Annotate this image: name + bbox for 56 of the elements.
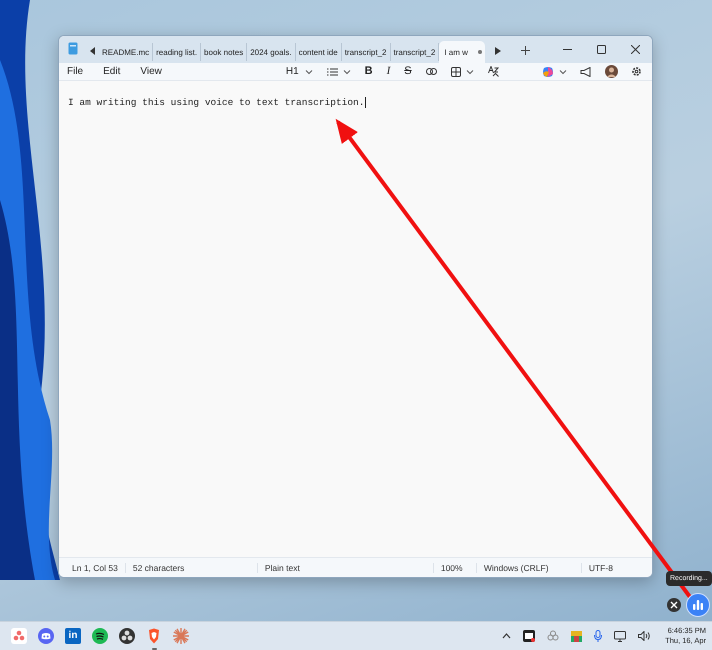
tab[interactable]: README.mc — [99, 43, 154, 61]
tab[interactable]: I am w — [439, 41, 486, 63]
strikethrough-button[interactable]: S — [404, 66, 412, 77]
menu-item[interactable]: File — [67, 66, 84, 77]
scroll-right-icon[interactable] — [495, 47, 502, 55]
italic-button[interactable]: I — [386, 66, 390, 77]
chevron-up-icon[interactable] — [502, 633, 512, 639]
tab[interactable]: content ide — [296, 43, 342, 61]
tab[interactable]: 2024 goals. — [247, 43, 296, 61]
close-icon — [670, 601, 678, 609]
dots-app-icon[interactable] — [11, 628, 27, 644]
menu-item[interactable]: View — [140, 66, 162, 77]
tab[interactable]: book notes — [201, 43, 248, 61]
document-text: I am writing this using voice to text transcription. — [68, 97, 366, 108]
status-item: Windows (CRLF) — [476, 562, 582, 572]
avatar-icon[interactable] — [605, 65, 618, 78]
settings-icon[interactable] — [631, 66, 642, 77]
megaphone-icon[interactable] — [580, 66, 592, 76]
list-icon[interactable] — [326, 68, 338, 76]
notebook-icon — [68, 42, 78, 55]
disc-app-icon[interactable] — [119, 628, 135, 644]
status-item: 52 characters — [126, 562, 258, 572]
heading-dropdown[interactable]: H1 — [286, 66, 313, 77]
picture-icon[interactable] — [571, 630, 582, 642]
maximize-icon[interactable] — [597, 45, 606, 54]
chevron-down-icon[interactable] — [559, 68, 567, 74]
close-button[interactable] — [667, 598, 681, 612]
chevron-down-icon — [304, 68, 313, 74]
spellcheck-icon[interactable] — [488, 66, 499, 77]
table-icon[interactable] — [450, 66, 461, 76]
status-item: UTF-8 — [588, 562, 614, 572]
speaker-icon[interactable] — [638, 631, 652, 641]
recording-button[interactable] — [686, 593, 710, 617]
monitor-icon[interactable] — [614, 630, 626, 642]
shield-app-icon[interactable] — [146, 628, 162, 644]
controller-app-icon[interactable] — [38, 628, 54, 644]
link-icon[interactable] — [426, 68, 437, 75]
close-icon[interactable] — [631, 45, 640, 54]
bold-button[interactable]: B — [364, 66, 373, 77]
calendar-icon[interactable] — [523, 630, 536, 642]
flower-icon[interactable] — [547, 630, 560, 642]
waves-app-icon[interactable] — [92, 628, 108, 644]
menu-item[interactable]: Edit — [103, 66, 120, 77]
tab[interactable]: reading list. — [153, 43, 202, 61]
microphone-icon[interactable] — [594, 630, 602, 642]
chevron-down-icon[interactable] — [466, 68, 474, 74]
status-item: 100% — [434, 562, 477, 572]
status-item: Ln 1, Col 53 — [59, 562, 126, 572]
scroll-left-icon[interactable] — [90, 47, 96, 55]
status-item: Plain text — [258, 562, 434, 572]
plus-icon[interactable] — [521, 46, 530, 55]
sparkle-logo-icon[interactable] — [542, 66, 554, 78]
bars-icon — [692, 600, 704, 610]
app-icon[interactable]: in — [65, 628, 81, 644]
tab[interactable]: transcript_2 — [342, 43, 390, 61]
chevron-down-icon[interactable] — [342, 68, 351, 74]
